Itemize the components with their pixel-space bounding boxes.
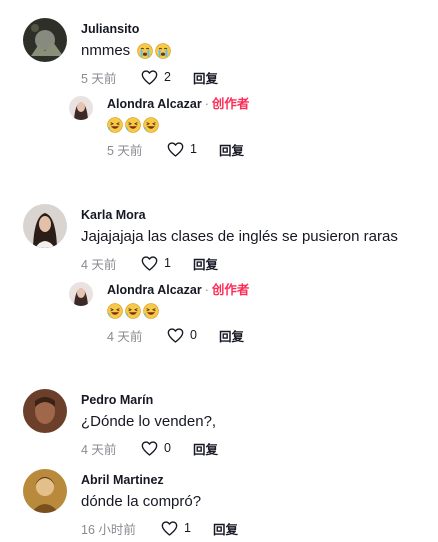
reply-button[interactable]: 回复 xyxy=(219,140,244,159)
reply-username[interactable]: Alondra Alcazar xyxy=(107,283,202,297)
comment-username[interactable]: Juliansito xyxy=(81,21,218,38)
reply-username-line: Alondra Alcazar · 创作者 xyxy=(107,282,249,299)
reply-button[interactable]: 回复 xyxy=(193,68,218,87)
like-button[interactable]: 1 xyxy=(161,521,213,536)
heart-icon[interactable] xyxy=(161,521,178,536)
reply-button[interactable]: 回复 xyxy=(219,326,244,345)
comment-time: 5 天前 xyxy=(81,71,117,86)
like-button[interactable]: 1 xyxy=(167,142,219,157)
comment-username[interactable]: Pedro Marín xyxy=(81,392,218,409)
avatar[interactable] xyxy=(69,96,93,120)
laughing-face-icon xyxy=(125,117,141,133)
like-count: 1 xyxy=(190,142,197,156)
like-count: 2 xyxy=(164,70,171,84)
comment-text: nmmes xyxy=(81,40,218,62)
avatar[interactable] xyxy=(23,204,67,248)
heart-icon[interactable] xyxy=(141,70,158,85)
reply-time: 5 天前 xyxy=(107,143,143,158)
comment-time: 4 天前 xyxy=(81,442,117,457)
reply-button[interactable]: 回复 xyxy=(213,519,238,538)
laughing-face-icon xyxy=(107,117,123,133)
crying-face-icon xyxy=(137,43,153,59)
comment-text: Jajajajaja las clases de inglés se pusie… xyxy=(81,228,398,245)
like-button[interactable]: 0 xyxy=(167,328,219,343)
separator-dot: · xyxy=(204,97,209,111)
avatar[interactable] xyxy=(23,389,67,433)
reply-time: 4 天前 xyxy=(107,329,143,344)
avatar[interactable] xyxy=(23,18,67,62)
comment-time: 4 天前 xyxy=(81,257,117,272)
like-count: 1 xyxy=(164,256,171,270)
like-button[interactable]: 0 xyxy=(141,441,193,456)
reply-username[interactable]: Alondra Alcazar xyxy=(107,97,202,111)
crying-face-icon xyxy=(155,43,171,59)
creator-badge: 创作者 xyxy=(211,283,250,297)
reply-username-line: Alondra Alcazar · 创作者 xyxy=(107,96,249,113)
laughing-face-icon xyxy=(143,303,159,319)
comment-time: 16 小时前 xyxy=(81,522,136,537)
heart-icon[interactable] xyxy=(167,328,184,343)
like-count: 1 xyxy=(184,521,191,535)
comment-text: ¿Dónde lo venden?, xyxy=(81,413,217,430)
heart-icon[interactable] xyxy=(141,441,158,456)
comment-username[interactable]: Karla Mora xyxy=(81,207,398,224)
laughing-face-icon xyxy=(107,303,123,319)
avatar[interactable] xyxy=(23,469,67,513)
reply-text xyxy=(107,114,249,136)
avatar[interactable] xyxy=(69,282,93,306)
laughing-face-icon xyxy=(125,303,141,319)
comment-text: dónde la compró? xyxy=(81,493,202,510)
like-button[interactable]: 1 xyxy=(141,256,193,271)
comment-username[interactable]: Abril Martinez xyxy=(81,472,238,489)
comment-text-content: nmmes xyxy=(81,42,131,59)
like-count: 0 xyxy=(164,441,171,455)
laughing-face-icon xyxy=(143,117,159,133)
separator-dot: · xyxy=(204,283,209,297)
creator-badge: 创作者 xyxy=(211,97,250,111)
like-button[interactable]: 2 xyxy=(141,70,193,85)
heart-icon[interactable] xyxy=(141,256,158,271)
reply-button[interactable]: 回复 xyxy=(193,439,218,458)
reply-text xyxy=(107,300,249,322)
reply-button[interactable]: 回复 xyxy=(193,254,218,273)
heart-icon[interactable] xyxy=(167,142,184,157)
like-count: 0 xyxy=(190,328,197,342)
